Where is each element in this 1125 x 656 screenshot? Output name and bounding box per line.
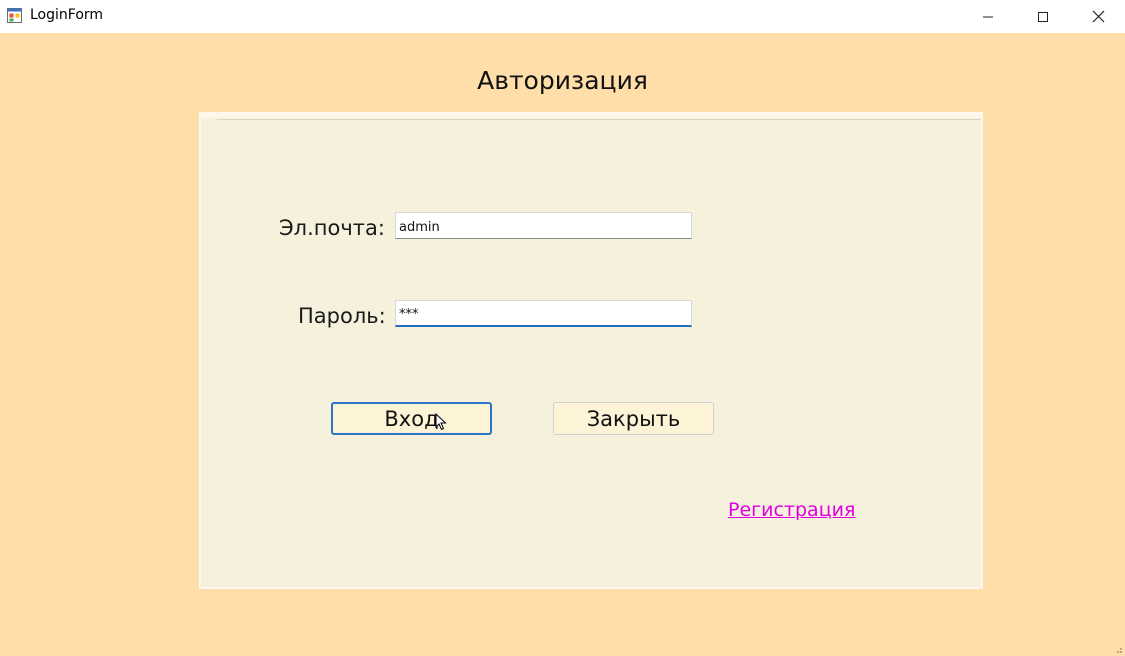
groupbox-border — [217, 119, 981, 120]
close-window-button[interactable] — [1075, 0, 1121, 33]
window-title: LoginForm — [30, 7, 104, 23]
maximize-icon — [1038, 11, 1048, 22]
form-heading: Авторизация — [477, 66, 648, 95]
maximize-button[interactable] — [1020, 0, 1066, 33]
close-icon — [1092, 10, 1104, 23]
email-label: Эл.почта: — [279, 216, 385, 240]
password-field[interactable] — [395, 300, 692, 327]
login-form-window: LoginForm Авторизация Эл.почта: Пароль: … — [0, 0, 1125, 656]
minimize-button[interactable] — [965, 0, 1011, 33]
email-field[interactable] — [395, 212, 692, 239]
app-form-icon[interactable] — [7, 8, 22, 23]
register-link[interactable]: Регистрация — [728, 499, 855, 521]
login-panel: Эл.почта: Пароль: Вход Закрыть Регистрац… — [199, 112, 983, 589]
title-bar[interactable]: LoginForm — [0, 0, 1125, 33]
minimize-icon — [983, 16, 993, 17]
password-label: Пароль: — [298, 304, 386, 328]
login-button[interactable]: Вход — [331, 402, 492, 435]
close-button[interactable]: Закрыть — [553, 402, 714, 435]
resize-grip-icon[interactable] — [1113, 644, 1123, 654]
